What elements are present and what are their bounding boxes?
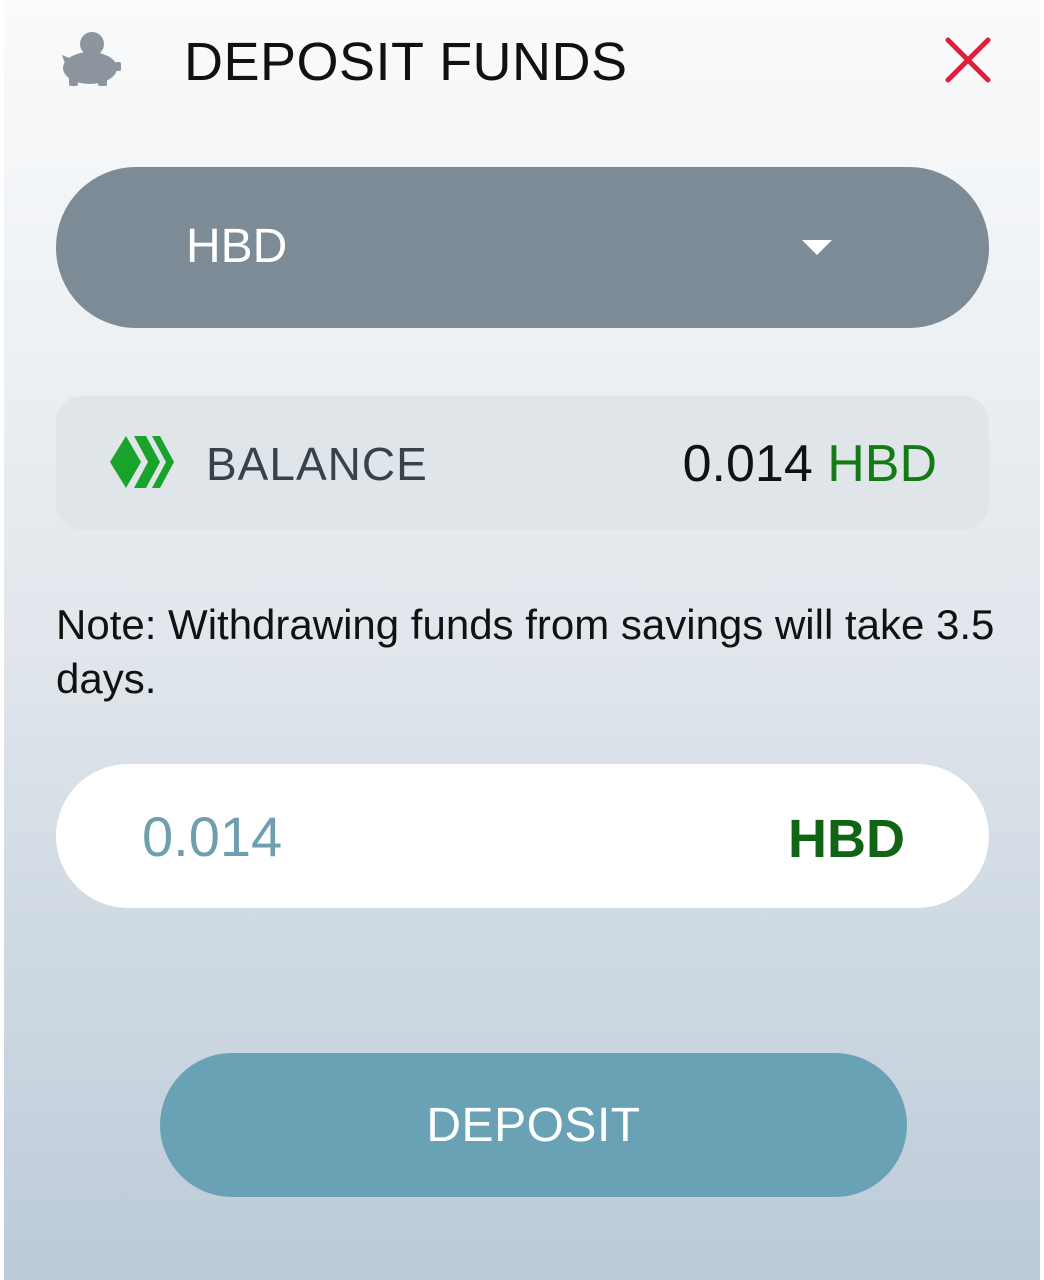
deposit-button[interactable]: DEPOSIT — [160, 1053, 907, 1197]
currency-dropdown[interactable]: HBD — [56, 167, 989, 328]
modal-title: DEPOSIT FUNDS — [184, 32, 628, 92]
withdraw-note: Note: Withdrawing funds from savings wil… — [56, 601, 995, 702]
balance-currency: HBD — [827, 435, 937, 493]
balance-amount: 0.014 — [682, 435, 813, 493]
amount-currency: HBD — [788, 809, 905, 869]
deposit-funds-modal: DEPOSIT FUNDS HBD BALANCE 0.014 HBD Note… — [4, 0, 1040, 1280]
close-icon[interactable] — [942, 34, 994, 86]
piggy-bank-icon — [62, 32, 121, 86]
currency-dropdown-value: HBD — [186, 220, 288, 273]
balance-label: BALANCE — [206, 438, 428, 490]
amount-input[interactable] — [142, 802, 702, 870]
balance-card: BALANCE 0.014 HBD — [56, 396, 989, 530]
amount-field[interactable]: HBD — [56, 764, 989, 908]
balance-value: 0.014 HBD — [683, 436, 937, 492]
modal-header: DEPOSIT FUNDS — [4, 0, 1040, 130]
hive-logo-icon — [110, 436, 174, 488]
deposit-button-label: DEPOSIT — [426, 1098, 641, 1152]
caret-down-icon — [802, 240, 832, 255]
